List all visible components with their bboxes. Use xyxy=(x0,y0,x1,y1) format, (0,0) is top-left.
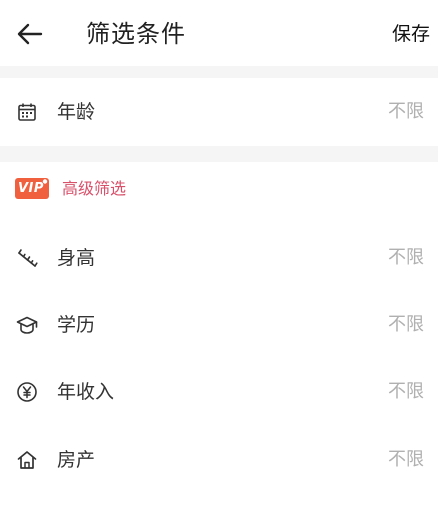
filter-row-income[interactable]: 年收入 不限 xyxy=(0,362,438,422)
section-divider xyxy=(0,146,438,162)
vip-badge-text: VIP xyxy=(18,181,44,196)
filter-value: 不限 xyxy=(388,314,424,335)
filter-label: 年龄 xyxy=(57,101,96,123)
filter-value: 不限 xyxy=(388,381,424,402)
filter-label: 房产 xyxy=(57,449,96,471)
filter-value: 不限 xyxy=(388,449,424,470)
section-divider xyxy=(0,66,438,78)
filter-value: 不限 xyxy=(388,101,424,122)
filter-label: 年收入 xyxy=(57,381,115,403)
filter-label: 身高 xyxy=(57,247,96,269)
yen-icon xyxy=(16,381,38,403)
filter-value: 不限 xyxy=(388,247,424,268)
ruler-icon xyxy=(16,247,38,269)
filter-row-height[interactable]: 身高 不限 xyxy=(0,228,438,288)
filter-row-age[interactable]: 年龄 不限 xyxy=(0,82,438,142)
vip-section-header: VIP 高级筛选 xyxy=(0,166,438,212)
house-icon xyxy=(16,449,38,471)
calendar-icon xyxy=(16,101,38,123)
graduation-cap-icon xyxy=(16,314,38,336)
page-title: 筛选条件 xyxy=(86,20,186,48)
save-button[interactable]: 保存 xyxy=(392,16,430,52)
back-button[interactable] xyxy=(10,16,50,52)
filter-row-property[interactable]: 房产 不限 xyxy=(0,430,438,490)
filter-page: 筛选条件 保存 年龄 不限 VIP 高级筛选 身高 不限 学历 不限 年收入 不… xyxy=(0,0,438,509)
filter-row-education[interactable]: 学历 不限 xyxy=(0,295,438,355)
vip-section-title: 高级筛选 xyxy=(62,179,127,198)
top-bar: 筛选条件 保存 xyxy=(0,0,438,66)
arrow-left-icon xyxy=(17,23,43,45)
filter-label: 学历 xyxy=(57,314,96,336)
